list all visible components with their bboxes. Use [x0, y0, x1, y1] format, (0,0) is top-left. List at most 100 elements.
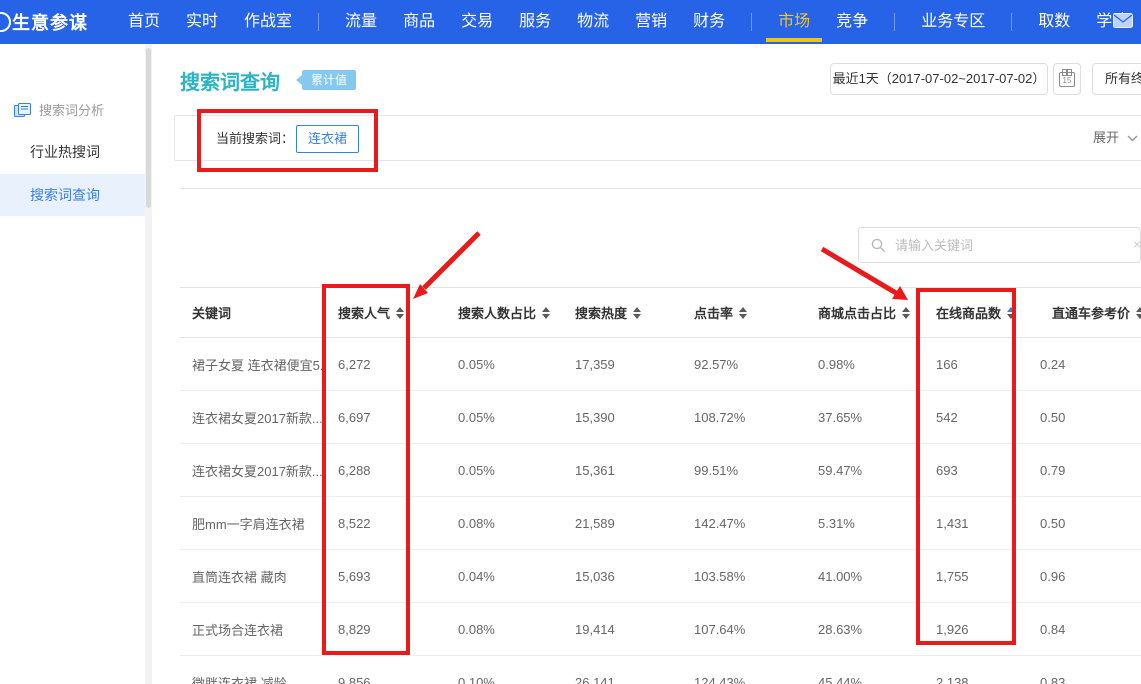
nav-item-trade[interactable]: 交易 [461, 0, 493, 44]
keyword-tag[interactable]: 连衣裙 [296, 125, 359, 153]
clear-input-icon[interactable]: × [1133, 236, 1141, 252]
search-terms-table: 关键词 搜索人气 搜索人数占比 搜索热度 点击率 商城点击占比 在线商品数 直通… [180, 287, 1141, 684]
mail-icon[interactable] [1113, 13, 1133, 28]
col-search-heat[interactable]: 搜索热度 [563, 288, 682, 338]
table-row: 正式场合连衣裙 8,829 0.08% 19,414 107.64% 28.63… [180, 603, 1141, 656]
book-icon [14, 103, 31, 117]
cell: 2,138 [924, 656, 1028, 684]
nav-item-service[interactable]: 服务 [519, 0, 551, 44]
keyword-link[interactable]: 正式场合连衣裙 [180, 603, 326, 656]
active-underline [766, 38, 822, 42]
sort-icon [396, 307, 404, 319]
brand-name[interactable]: 生意参谋 [12, 9, 88, 35]
table-row: 连衣裙女夏2017新款... 6,697 0.05% 15,390 108.72… [180, 391, 1141, 444]
cell: 1,431 [924, 497, 1028, 550]
sort-icon [542, 307, 550, 319]
cell: 0.79 [1028, 444, 1141, 497]
table-row: 肥mm一字肩连衣裙 8,522 0.08% 21,589 142.47% 5.3… [180, 497, 1141, 550]
cell: 37.65% [806, 391, 924, 444]
cell: 0.05% [446, 444, 563, 497]
cell: 1,755 [924, 550, 1028, 603]
keyword-link[interactable]: 肥mm一字肩连衣裙 [180, 497, 326, 550]
expand-toggle[interactable]: 展开 [1093, 115, 1138, 161]
cell: 103.58% [682, 550, 806, 603]
cell: 41.00% [806, 550, 924, 603]
nav-item-home[interactable]: 首页 [128, 0, 160, 44]
top-nav: 生意参谋 首页 实时 作战室 流量 商品 交易 服务 物流 营销 财务 市场 竞… [0, 0, 1141, 44]
cell: 0.83 [1028, 656, 1141, 684]
calendar-icon: 15 [1059, 72, 1075, 87]
keyword-link[interactable]: 微胖连衣裙 减龄 [180, 656, 326, 684]
table-row: 裙子女夏 连衣裙便宜5... 6,272 0.05% 17,359 92.57%… [180, 338, 1141, 391]
nav-item-logistics[interactable]: 物流 [577, 0, 609, 44]
cell: 6,697 [326, 391, 446, 444]
table-header-row: 关键词 搜索人气 搜索人数占比 搜索热度 点击率 商城点击占比 在线商品数 直通… [180, 288, 1141, 338]
nav-item-competition[interactable]: 竞争 [836, 0, 868, 44]
nav-divider [1011, 13, 1012, 31]
cell: 26,141 [563, 656, 682, 684]
nav-item-goods[interactable]: 商品 [403, 0, 435, 44]
cell: 0.08% [446, 497, 563, 550]
sidebar-item-search-word-query[interactable]: 搜索词查询 [0, 174, 145, 216]
page-title: 搜索词查询 [180, 66, 280, 95]
cell: 0.24 [1028, 338, 1141, 391]
nav-item-marketing[interactable]: 营销 [635, 0, 667, 44]
terminal-filter-dropdown[interactable]: 所有终端 [1092, 63, 1141, 95]
cell: 0.50 [1028, 497, 1141, 550]
cumulative-value-badge: 累计值 [302, 70, 356, 90]
cell: 0.84 [1028, 603, 1141, 656]
cell: 0.05% [446, 338, 563, 391]
col-ztc-reference-price[interactable]: 直通车参考价 [1028, 288, 1141, 338]
cell: 28.63% [806, 603, 924, 656]
page: 生意参谋 首页 实时 作战室 流量 商品 交易 服务 物流 营销 财务 市场 竞… [0, 0, 1141, 684]
nav-item-finance[interactable]: 财务 [693, 0, 725, 44]
col-keyword: 关键词 [180, 288, 326, 338]
nav-item-traffic[interactable]: 流量 [345, 0, 377, 44]
sort-icon-active [1007, 307, 1015, 319]
nav-item-data-extract[interactable]: 取数 [1038, 0, 1070, 44]
keyword-link[interactable]: 直筒连衣裙 藏肉 [180, 550, 326, 603]
cell: 0.10% [446, 656, 563, 684]
nav-divider [318, 13, 319, 31]
cell: 142.47% [682, 497, 806, 550]
col-online-products[interactable]: 在线商品数 [924, 288, 1028, 338]
keyword-link[interactable]: 连衣裙女夏2017新款... [180, 391, 326, 444]
table-search-box: × [858, 227, 1141, 263]
scrollbar-thumb[interactable] [146, 48, 151, 208]
cell: 0.96 [1028, 550, 1141, 603]
nav-item-realtime[interactable]: 实时 [186, 0, 218, 44]
table-row: 连衣裙女夏2017新款... 6,288 0.05% 15,361 99.51%… [180, 444, 1141, 497]
cell: 0.50 [1028, 391, 1141, 444]
sidebar-item-industry-hot-words[interactable]: 行业热搜词 [0, 131, 145, 173]
chevron-down-icon [1127, 135, 1138, 142]
nav-item-business-zone[interactable]: 业务专区 [921, 0, 985, 44]
cell: 5.31% [806, 497, 924, 550]
cell: 8,829 [326, 603, 446, 656]
cell: 92.57% [682, 338, 806, 391]
cell: 15,390 [563, 391, 682, 444]
cell: 166 [924, 338, 1028, 391]
cell: 5,693 [326, 550, 446, 603]
calendar-button[interactable]: 15 [1053, 63, 1081, 95]
table-row: 微胖连衣裙 减龄 9,856 0.10% 26,141 124.43% 45.4… [180, 656, 1141, 684]
nav-item-warroom[interactable]: 作战室 [244, 0, 292, 44]
date-range-selector[interactable]: 最近1天（2017-07-02~2017-07-02） [830, 63, 1048, 95]
cell: 15,036 [563, 550, 682, 603]
keyword-link[interactable]: 连衣裙女夏2017新款... [180, 444, 326, 497]
col-searcher-ratio[interactable]: 搜索人数占比 [446, 288, 563, 338]
sort-icon [739, 307, 747, 319]
cell: 19,414 [563, 603, 682, 656]
current-search-word-label: 当前搜索词： [216, 116, 294, 162]
keyword-link[interactable]: 裙子女夏 连衣裙便宜5... [180, 338, 326, 391]
cell: 59.47% [806, 444, 924, 497]
sort-icon [633, 307, 641, 319]
cell: 124.43% [682, 656, 806, 684]
cell: 0.05% [446, 391, 563, 444]
keyword-search-input[interactable] [859, 228, 1140, 262]
cell: 17,359 [563, 338, 682, 391]
col-click-rate[interactable]: 点击率 [682, 288, 806, 338]
col-mall-click-ratio[interactable]: 商城点击占比 [806, 288, 924, 338]
cell: 15,361 [563, 444, 682, 497]
nav-item-market[interactable]: 市场 [778, 0, 810, 44]
col-search-popularity[interactable]: 搜索人气 [326, 288, 446, 338]
